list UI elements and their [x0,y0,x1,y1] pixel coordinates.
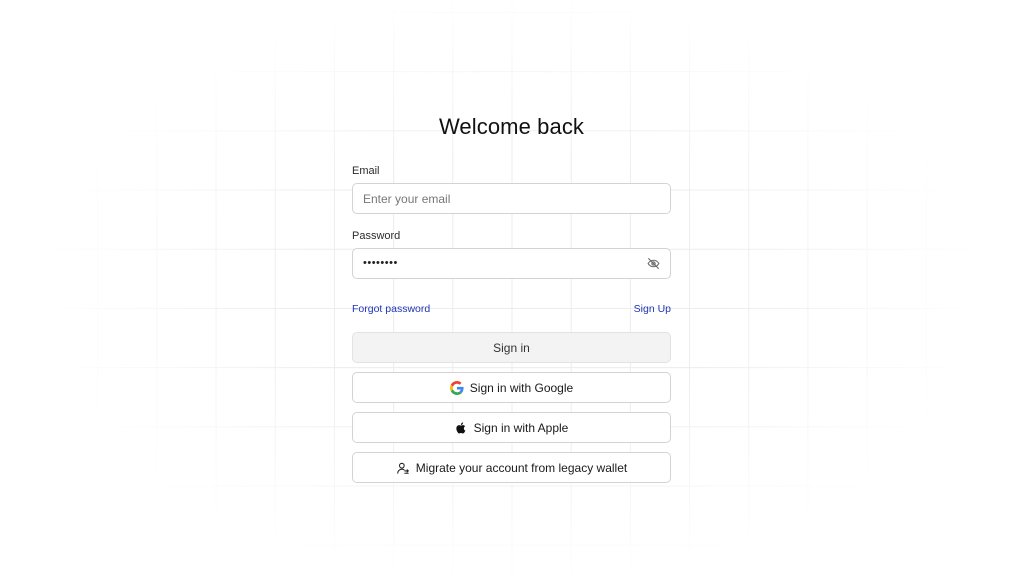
email-field-wrapper [352,183,671,214]
apple-icon [455,421,465,433]
password-label: Password [352,230,401,242]
apple-sign-in-label: Sign in with Apple [473,420,569,435]
sign-in-form: Welcome back Email Password •••••••• For… [352,112,671,483]
google-sign-in-label: Sign in with Google [469,380,574,395]
migrate-account-button[interactable]: Migrate your account from legacy wallet [352,452,671,483]
password-value: •••••••• [363,257,398,269]
email-field[interactable] [353,184,670,213]
apple-sign-in-button[interactable]: Sign in with Apple [352,412,671,443]
auth-links-row: Forgot password Sign Up [352,302,671,316]
user-migrate-icon [397,462,409,474]
sign-up-link[interactable]: Sign Up [634,302,671,316]
sign-in-button-label: Sign in [493,340,530,355]
page-title: Welcome back [438,114,585,139]
sign-in-button[interactable]: Sign in [352,332,671,363]
forgot-password-link[interactable]: Forgot password [352,302,430,316]
migrate-account-label: Migrate your account from legacy wallet [415,460,628,475]
password-field[interactable]: •••••••• [352,248,671,279]
google-icon [449,380,464,395]
eye-off-icon[interactable] [647,257,660,270]
email-label: Email [352,165,380,177]
google-sign-in-button[interactable]: Sign in with Google [352,372,671,403]
